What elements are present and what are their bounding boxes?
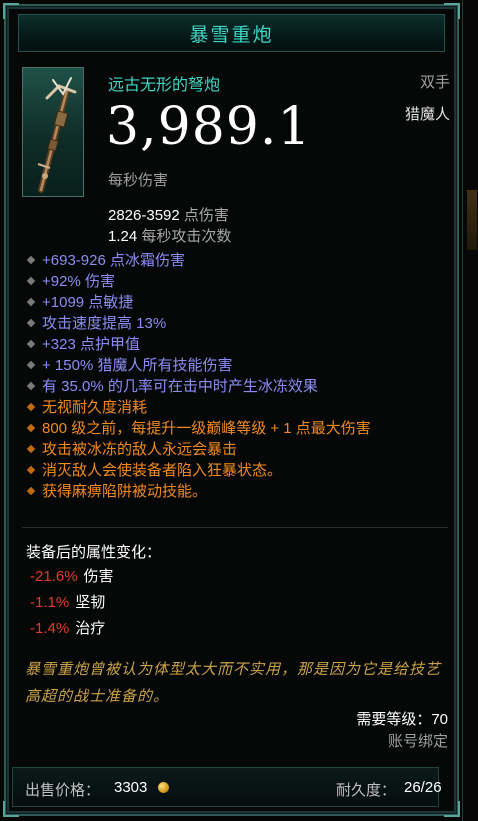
background-fragment bbox=[467, 190, 477, 250]
item-hand-type: 双手 bbox=[419, 74, 450, 91]
item-title: 暴雪重炮 bbox=[189, 24, 274, 46]
stat-change-value: -1.1% bbox=[30, 594, 70, 611]
item-class: 猎魔人 bbox=[404, 106, 450, 123]
damage-range: 2826-3592 bbox=[108, 207, 180, 224]
frame-corner bbox=[3, 3, 19, 19]
diamond-bullet-icon bbox=[26, 486, 36, 496]
affix-line: 攻击速度提高 13% bbox=[26, 313, 454, 334]
required-level: 需要等级：70 bbox=[356, 711, 448, 728]
diamond-bullet-icon bbox=[26, 360, 36, 370]
stat-change-row: -1.4% 治疗 bbox=[30, 618, 114, 644]
frame-corner bbox=[444, 801, 460, 817]
legendary-affix-line: 800 级之前，每提升一级巅峰等级 + 1 点最大伤害 bbox=[26, 418, 454, 439]
section-divider bbox=[22, 527, 448, 528]
item-icon-frame bbox=[22, 67, 84, 197]
stat-change-row: -1.1% 坚韧 bbox=[30, 592, 114, 618]
diamond-bullet-icon bbox=[26, 276, 36, 286]
legendary-affix-line: 获得麻痹陷阱被动技能。 bbox=[26, 481, 454, 502]
sell-price-value: 3303 bbox=[114, 779, 148, 796]
frame-corner bbox=[444, 3, 460, 19]
stat-change-name: 坚韧 bbox=[75, 594, 106, 611]
attack-speed-row: 1.24 每秒攻击次数 bbox=[108, 226, 231, 247]
legendary-affix-line: 攻击被冰冻的敌人永远会暴击 bbox=[26, 439, 454, 460]
stat-change-name: 治疗 bbox=[75, 620, 106, 637]
affix-line: +92% 伤害 bbox=[26, 271, 454, 292]
stat-change-name: 伤害 bbox=[83, 568, 114, 585]
legendary-affix-line: 无视耐久度消耗 bbox=[26, 397, 454, 418]
tooltip-titlebar: 暴雪重炮 bbox=[18, 14, 445, 52]
account-bound: 账号绑定 bbox=[387, 733, 448, 750]
durability-value: 26/26 bbox=[404, 779, 442, 796]
item-header: 远古无形的弩炮 双手 猎魔人 3,989.1 每秒伤害 bbox=[22, 67, 450, 199]
gold-coin-icon bbox=[158, 782, 169, 793]
base-damage: 2826-3592 点伤害 1.24 每秒攻击次数 bbox=[108, 205, 231, 247]
crossbow-icon bbox=[37, 77, 77, 193]
tooltip-footer: 出售价格： 3303 耐久度： 26/26 bbox=[12, 767, 442, 807]
damage-range-label: 点伤害 bbox=[183, 207, 229, 224]
affix-line: +323 点护甲值 bbox=[26, 334, 454, 355]
diamond-bullet-icon bbox=[26, 444, 36, 454]
diamond-bullet-icon bbox=[26, 402, 36, 412]
stat-change-value: -1.4% bbox=[30, 620, 70, 637]
affix-line: +1099 点敏捷 bbox=[26, 292, 454, 313]
stat-change-row: -21.6% 伤害 bbox=[30, 566, 114, 592]
sell-price-label: 出售价格： bbox=[25, 782, 101, 799]
background-panel-edge bbox=[462, 0, 478, 821]
affix-line: 有 35.0% 的几率可在击中时产生冰冻效果 bbox=[26, 376, 454, 397]
affix-list: +693-926 点冰霜伤害 +92% 伤害 +1099 点敏捷 攻击速度提高 … bbox=[26, 250, 454, 502]
stat-change-value: -21.6% bbox=[30, 568, 78, 585]
requirements: 需要等级：70 账号绑定 bbox=[356, 709, 448, 753]
damage-range-row: 2826-3592 点伤害 bbox=[108, 205, 231, 226]
stat-change-list: -21.6% 伤害 -1.1% 坚韧 -1.4% 治疗 bbox=[30, 566, 114, 644]
dps-label: 每秒伤害 bbox=[108, 172, 169, 189]
diamond-bullet-icon bbox=[26, 339, 36, 349]
legendary-affix-line: 消灭敌人会使装备者陷入狂暴状态。 bbox=[26, 460, 454, 481]
item-name: 远古无形的弩炮 bbox=[108, 77, 221, 94]
diamond-bullet-icon bbox=[26, 423, 36, 433]
diamond-bullet-icon bbox=[26, 381, 36, 391]
affix-line: +693-926 点冰霜伤害 bbox=[26, 250, 454, 271]
diamond-bullet-icon bbox=[26, 297, 36, 307]
flavor-text: 暴雪重炮曾被认为体型太大而不实用，那是因为它是给技艺高超的战士准备的。 bbox=[25, 660, 442, 705]
diamond-bullet-icon bbox=[26, 465, 36, 475]
diamond-bullet-icon bbox=[26, 255, 36, 265]
dps-value: 3,989.1 bbox=[106, 97, 312, 157]
durability-label: 耐久度： bbox=[336, 782, 397, 799]
stat-change-title: 装备后的属性变化： bbox=[26, 544, 162, 561]
affix-line: + 150% 猎魔人所有技能伤害 bbox=[26, 355, 454, 376]
attack-speed-label: 每秒攻击次数 bbox=[141, 228, 232, 245]
diamond-bullet-icon bbox=[26, 318, 36, 328]
attack-speed: 1.24 bbox=[108, 228, 138, 245]
